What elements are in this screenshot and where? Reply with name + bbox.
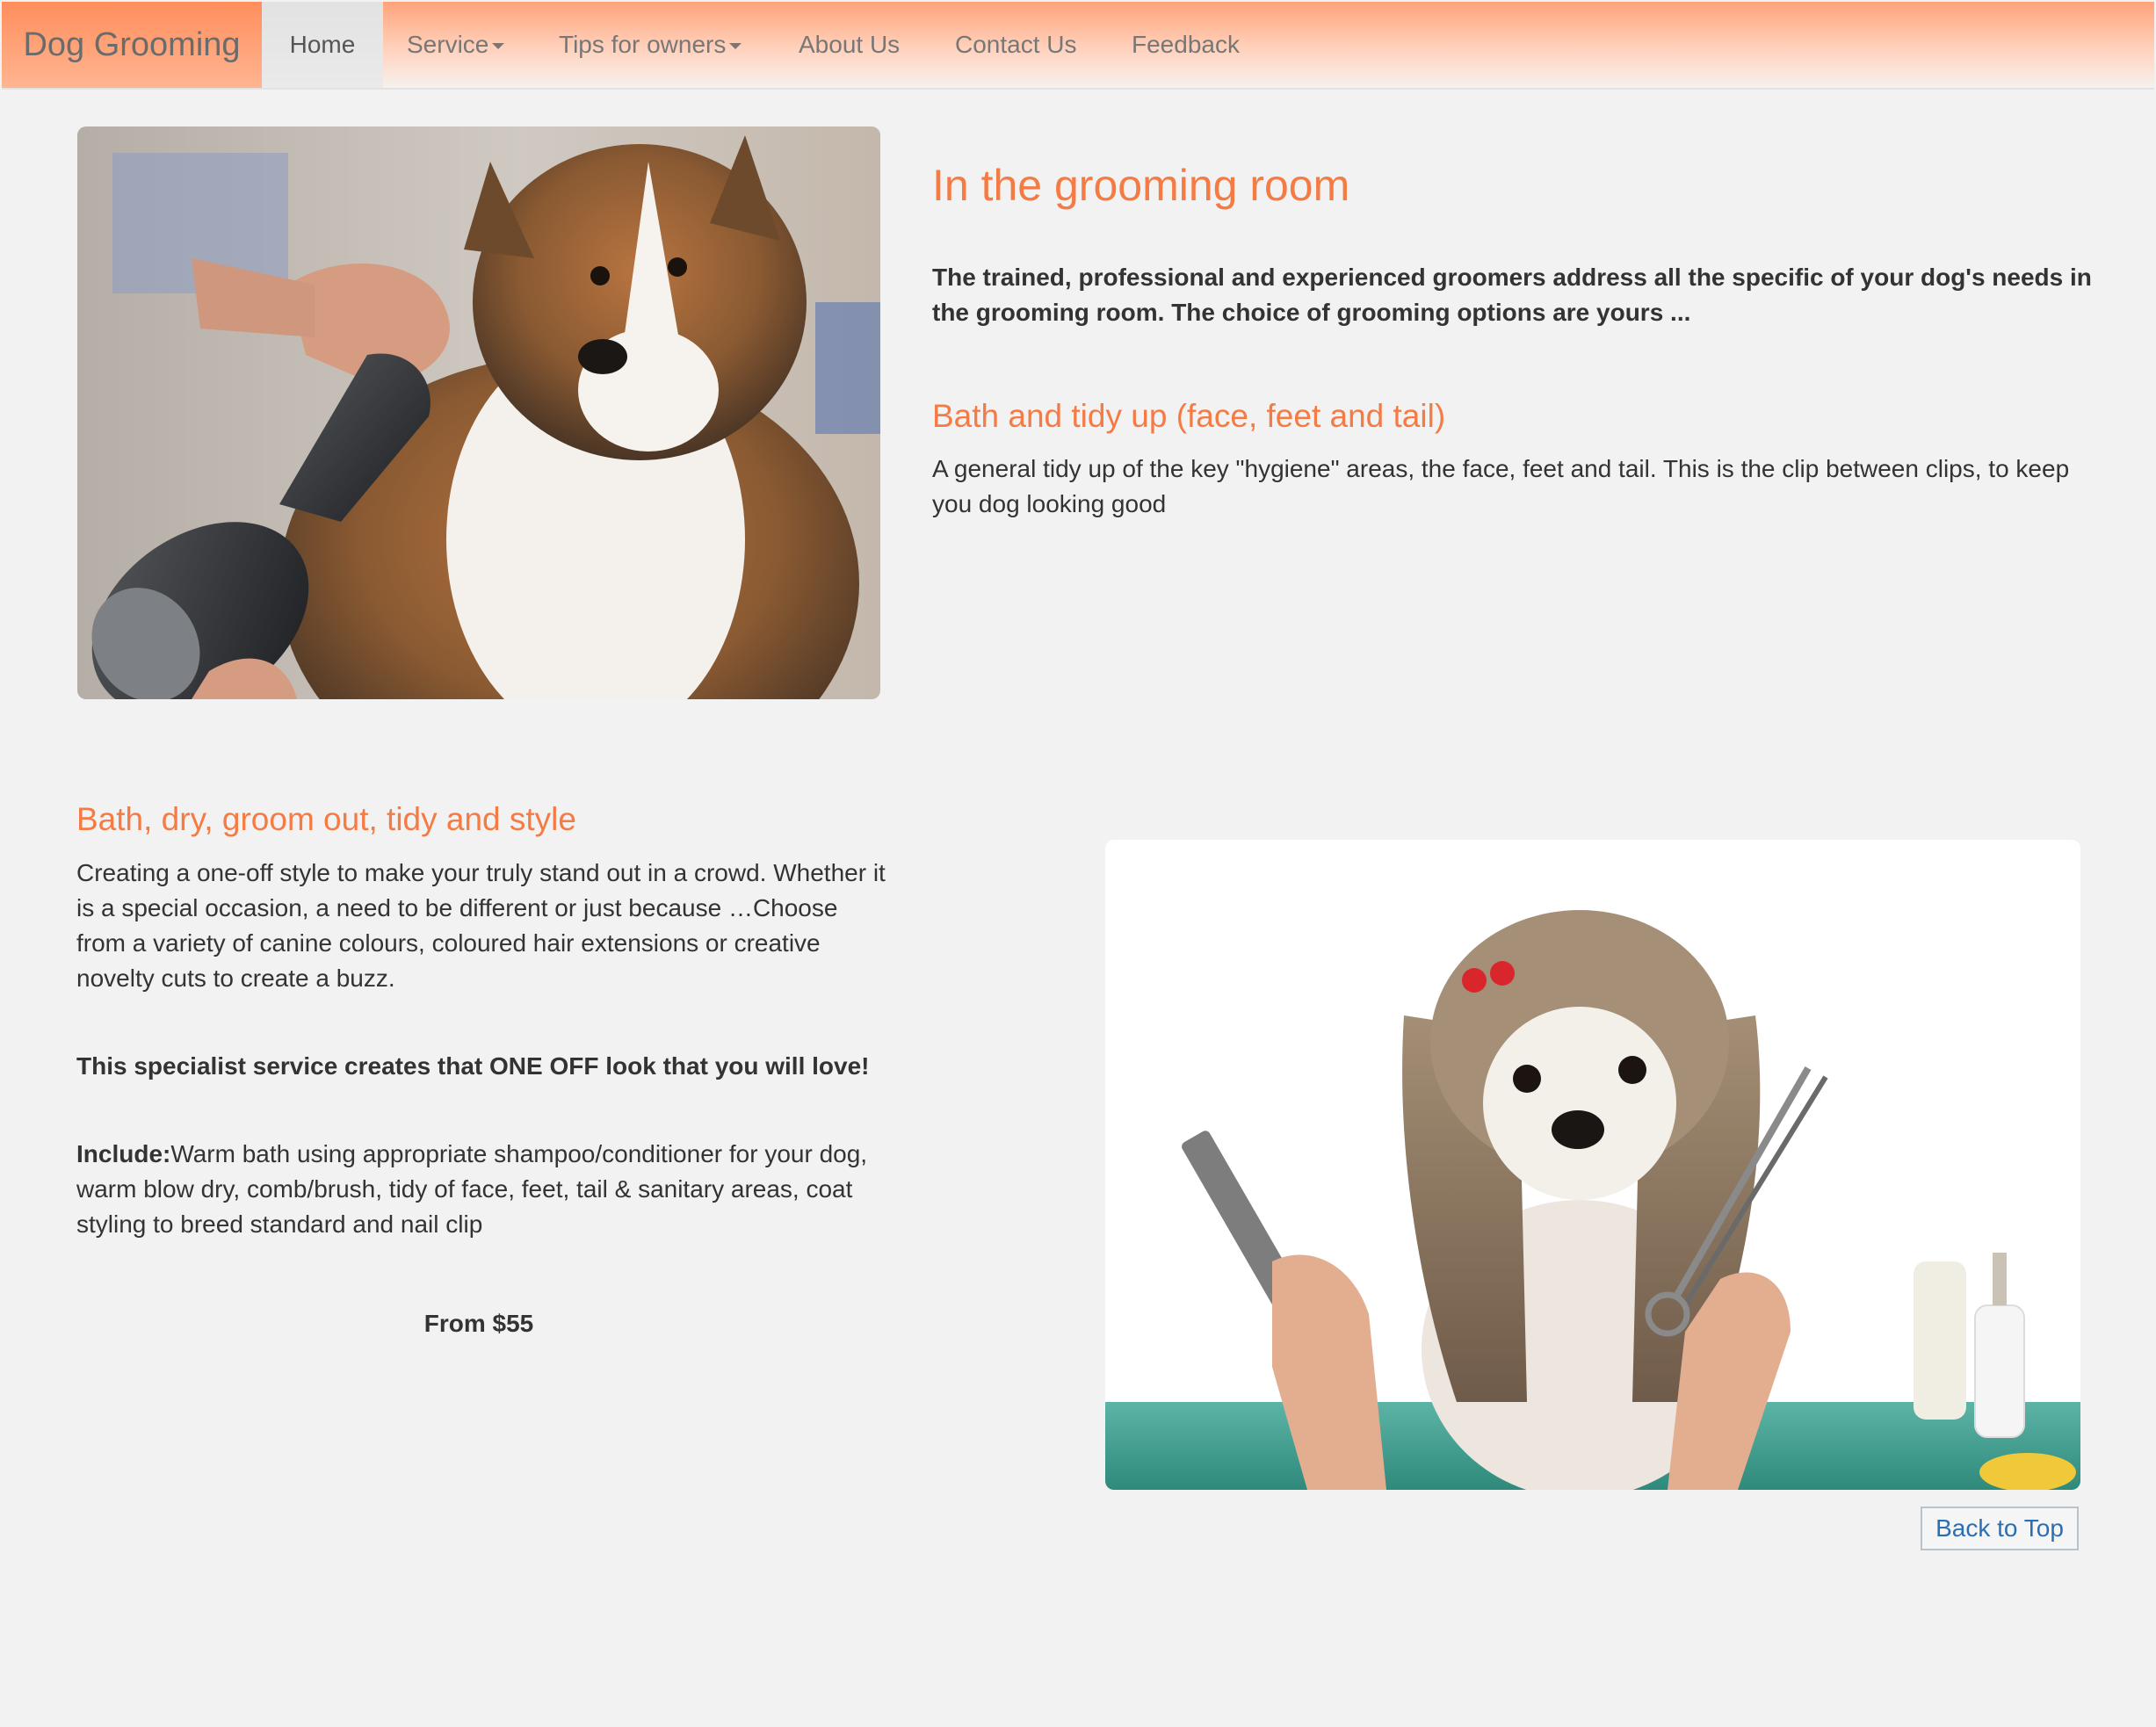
sheltie-grooming-photo <box>77 126 880 699</box>
nav-home-label: Home <box>289 31 356 58</box>
top-navbar: Dog Grooming Home Service Tips for owner… <box>2 2 2154 90</box>
nav-tips-dropdown[interactable]: Tips for owners <box>559 2 742 88</box>
nav-contact-label: Contact Us <box>955 31 1077 58</box>
service-title-bath-tidy: Bath and tidy up (face, feet and tail) <box>932 398 1446 434</box>
nav-about[interactable]: About Us <box>799 2 900 88</box>
shihtzu-grooming-photo <box>1105 840 2080 1490</box>
nav-home[interactable]: Home <box>262 2 383 88</box>
service-desc-bath-style: Creating a one-off style to make your tr… <box>76 859 886 992</box>
back-to-top-button[interactable]: Back to Top <box>1921 1507 2079 1550</box>
nav-tips-label: Tips for owners <box>559 31 727 58</box>
price-text: From $55 <box>423 1310 534 1337</box>
include-text: Include:Warm bath using appropriate sham… <box>76 1137 894 1242</box>
nav-about-label: About Us <box>799 31 901 58</box>
include-label: Include: <box>76 1140 171 1167</box>
nav-service-dropdown[interactable]: Service <box>407 2 505 88</box>
nav-feedback[interactable]: Feedback <box>1132 2 1240 88</box>
nav-feedback-label: Feedback <box>1132 31 1240 58</box>
nav-service-label: Service <box>407 31 489 58</box>
brand-link[interactable]: Dog Grooming <box>2 2 262 88</box>
nav-contact[interactable]: Contact Us <box>955 2 1077 88</box>
include-details: Warm bath using appropriate shampoo/cond… <box>76 1140 868 1238</box>
highlight-text: This specialist service creates that ONE… <box>76 1052 870 1080</box>
service-title-bath-style: Bath, dry, groom out, tidy and style <box>76 801 576 837</box>
service-desc-bath-tidy: A general tidy up of the key "hygiene" a… <box>932 455 2070 517</box>
caret-down-icon <box>492 43 505 50</box>
caret-down-icon <box>729 43 742 50</box>
intro-text: The trained, professional and experience… <box>932 264 2092 326</box>
page-title: In the grooming room <box>932 161 1350 210</box>
